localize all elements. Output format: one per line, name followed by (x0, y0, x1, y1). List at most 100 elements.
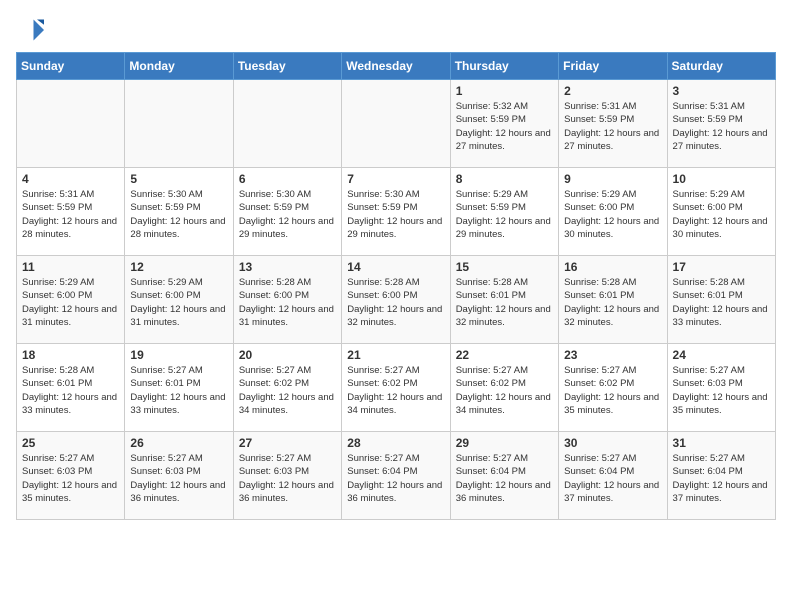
day-cell: 7 Sunrise: 5:30 AMSunset: 5:59 PMDaylight… (342, 168, 450, 256)
day-info: Sunrise: 5:29 AMSunset: 5:59 PMDaylight:… (456, 188, 553, 241)
week-row-3: 11 Sunrise: 5:29 AMSunset: 6:00 PMDayligh… (17, 256, 776, 344)
day-info: Sunrise: 5:27 AMSunset: 6:04 PMDaylight:… (564, 452, 661, 505)
day-cell: 17Sunrise: 5:28 AMSunset: 6:01 PMDayligh… (667, 256, 775, 344)
day-number: 14 (347, 260, 444, 274)
day-cell: 27 Sunrise: 5:27 AMSunset: 6:03 PMDayligh… (233, 432, 341, 520)
day-cell: 18 Sunrise: 5:28 AMSunset: 6:01 PMDayligh… (17, 344, 125, 432)
day-cell: 30Sunrise: 5:27 AMSunset: 6:04 PMDayligh… (559, 432, 667, 520)
day-number: 13 (239, 260, 336, 274)
day-number: 2 (564, 84, 661, 98)
day-info: Sunrise: 5:31 AMSunset: 5:59 PMDaylight:… (564, 100, 661, 153)
day-number: 27 (239, 436, 336, 450)
day-cell: 28 Sunrise: 5:27 AMSunset: 6:04 PMDayligh… (342, 432, 450, 520)
day-info: Sunrise: 5:27 AMSunset: 6:04 PMDaylight:… (673, 452, 770, 505)
day-number: 1 (456, 84, 553, 98)
day-cell: 13 Sunrise: 5:28 AMSunset: 6:00 PMDayligh… (233, 256, 341, 344)
day-number: 22 (456, 348, 553, 362)
day-number: 9 (564, 172, 661, 186)
day-number: 17 (673, 260, 770, 274)
day-number: 12 (130, 260, 227, 274)
day-cell: 19 Sunrise: 5:27 AMSunset: 6:01 PMDayligh… (125, 344, 233, 432)
header-day-saturday: Saturday (667, 53, 775, 80)
day-info: Sunrise: 5:29 AMSunset: 6:00 PMDaylight:… (130, 276, 227, 329)
day-info: Sunrise: 5:27 AMSunset: 6:02 PMDaylight:… (456, 364, 553, 417)
day-info: Sunrise: 5:29 AMSunset: 6:00 PMDaylight:… (22, 276, 119, 329)
day-number: 10 (673, 172, 770, 186)
week-row-5: 25 Sunrise: 5:27 AMSunset: 6:03 PMDayligh… (17, 432, 776, 520)
day-cell: 24Sunrise: 5:27 AMSunset: 6:03 PMDayligh… (667, 344, 775, 432)
day-cell (17, 80, 125, 168)
day-info: Sunrise: 5:30 AMSunset: 5:59 PMDaylight:… (347, 188, 444, 241)
day-cell (125, 80, 233, 168)
header-day-friday: Friday (559, 53, 667, 80)
day-info: Sunrise: 5:27 AMSunset: 6:03 PMDaylight:… (239, 452, 336, 505)
day-info: Sunrise: 5:31 AMSunset: 5:59 PMDaylight:… (673, 100, 770, 153)
day-info: Sunrise: 5:27 AMSunset: 6:04 PMDaylight:… (347, 452, 444, 505)
day-info: Sunrise: 5:29 AMSunset: 6:00 PMDaylight:… (673, 188, 770, 241)
day-cell: 26Sunrise: 5:27 AMSunset: 6:03 PMDayligh… (125, 432, 233, 520)
week-row-1: 1 Sunrise: 5:32 AMSunset: 5:59 PMDaylight… (17, 80, 776, 168)
day-cell: 1 Sunrise: 5:32 AMSunset: 5:59 PMDaylight… (450, 80, 558, 168)
day-number: 25 (22, 436, 119, 450)
day-info: Sunrise: 5:27 AMSunset: 6:01 PMDaylight:… (130, 364, 227, 417)
day-info: Sunrise: 5:27 AMSunset: 6:03 PMDaylight:… (22, 452, 119, 505)
day-cell: 16Sunrise: 5:28 AMSunset: 6:01 PMDayligh… (559, 256, 667, 344)
day-number: 11 (22, 260, 119, 274)
day-cell: 2 Sunrise: 5:31 AMSunset: 5:59 PMDaylight… (559, 80, 667, 168)
day-info: Sunrise: 5:28 AMSunset: 6:00 PMDaylight:… (239, 276, 336, 329)
day-cell: 29 Sunrise: 5:27 AMSunset: 6:04 PMDayligh… (450, 432, 558, 520)
day-cell: 31 Sunrise: 5:27 AMSunset: 6:04 PMDayligh… (667, 432, 775, 520)
day-number: 6 (239, 172, 336, 186)
day-info: Sunrise: 5:28 AMSunset: 6:01 PMDaylight:… (22, 364, 119, 417)
header-day-monday: Monday (125, 53, 233, 80)
logo-icon (16, 16, 44, 44)
day-cell: 10 Sunrise: 5:29 AMSunset: 6:00 PMDayligh… (667, 168, 775, 256)
week-row-4: 18 Sunrise: 5:28 AMSunset: 6:01 PMDayligh… (17, 344, 776, 432)
day-cell: 23Sunrise: 5:27 AMSunset: 6:02 PMDayligh… (559, 344, 667, 432)
day-info: Sunrise: 5:31 AMSunset: 5:59 PMDaylight:… (22, 188, 119, 241)
header (16, 16, 776, 44)
day-number: 20 (239, 348, 336, 362)
day-number: 28 (347, 436, 444, 450)
day-info: Sunrise: 5:27 AMSunset: 6:02 PMDaylight:… (347, 364, 444, 417)
logo (16, 16, 48, 44)
day-cell: 6 Sunrise: 5:30 AMSunset: 5:59 PMDaylight… (233, 168, 341, 256)
day-cell: 25 Sunrise: 5:27 AMSunset: 6:03 PMDayligh… (17, 432, 125, 520)
day-cell: 12 Sunrise: 5:29 AMSunset: 6:00 PMDayligh… (125, 256, 233, 344)
header-day-thursday: Thursday (450, 53, 558, 80)
day-cell: 15 Sunrise: 5:28 AMSunset: 6:01 PMDayligh… (450, 256, 558, 344)
day-info: Sunrise: 5:32 AMSunset: 5:59 PMDaylight:… (456, 100, 553, 153)
day-number: 7 (347, 172, 444, 186)
day-number: 5 (130, 172, 227, 186)
calendar-body: 1 Sunrise: 5:32 AMSunset: 5:59 PMDaylight… (17, 80, 776, 520)
day-number: 19 (130, 348, 227, 362)
day-number: 23 (564, 348, 661, 362)
week-row-2: 4 Sunrise: 5:31 AMSunset: 5:59 PMDaylight… (17, 168, 776, 256)
day-info: Sunrise: 5:30 AMSunset: 5:59 PMDaylight:… (239, 188, 336, 241)
day-number: 29 (456, 436, 553, 450)
day-info: Sunrise: 5:28 AMSunset: 6:01 PMDaylight:… (564, 276, 661, 329)
day-cell (233, 80, 341, 168)
day-info: Sunrise: 5:30 AMSunset: 5:59 PMDaylight:… (130, 188, 227, 241)
day-cell: 3 Sunrise: 5:31 AMSunset: 5:59 PMDaylight… (667, 80, 775, 168)
calendar-table: SundayMondayTuesdayWednesdayThursdayFrid… (16, 52, 776, 520)
day-cell: 9Sunrise: 5:29 AMSunset: 6:00 PMDaylight… (559, 168, 667, 256)
header-day-sunday: Sunday (17, 53, 125, 80)
day-cell: 5 Sunrise: 5:30 AMSunset: 5:59 PMDaylight… (125, 168, 233, 256)
day-number: 18 (22, 348, 119, 362)
header-row: SundayMondayTuesdayWednesdayThursdayFrid… (17, 53, 776, 80)
day-cell: 11 Sunrise: 5:29 AMSunset: 6:00 PMDayligh… (17, 256, 125, 344)
day-number: 3 (673, 84, 770, 98)
header-day-tuesday: Tuesday (233, 53, 341, 80)
day-info: Sunrise: 5:28 AMSunset: 6:01 PMDaylight:… (456, 276, 553, 329)
day-cell: 4 Sunrise: 5:31 AMSunset: 5:59 PMDaylight… (17, 168, 125, 256)
day-cell: 20Sunrise: 5:27 AMSunset: 6:02 PMDayligh… (233, 344, 341, 432)
day-number: 8 (456, 172, 553, 186)
day-number: 4 (22, 172, 119, 186)
day-info: Sunrise: 5:28 AMSunset: 6:00 PMDaylight:… (347, 276, 444, 329)
day-number: 31 (673, 436, 770, 450)
day-number: 24 (673, 348, 770, 362)
day-info: Sunrise: 5:27 AMSunset: 6:04 PMDaylight:… (456, 452, 553, 505)
day-number: 15 (456, 260, 553, 274)
header-day-wednesday: Wednesday (342, 53, 450, 80)
